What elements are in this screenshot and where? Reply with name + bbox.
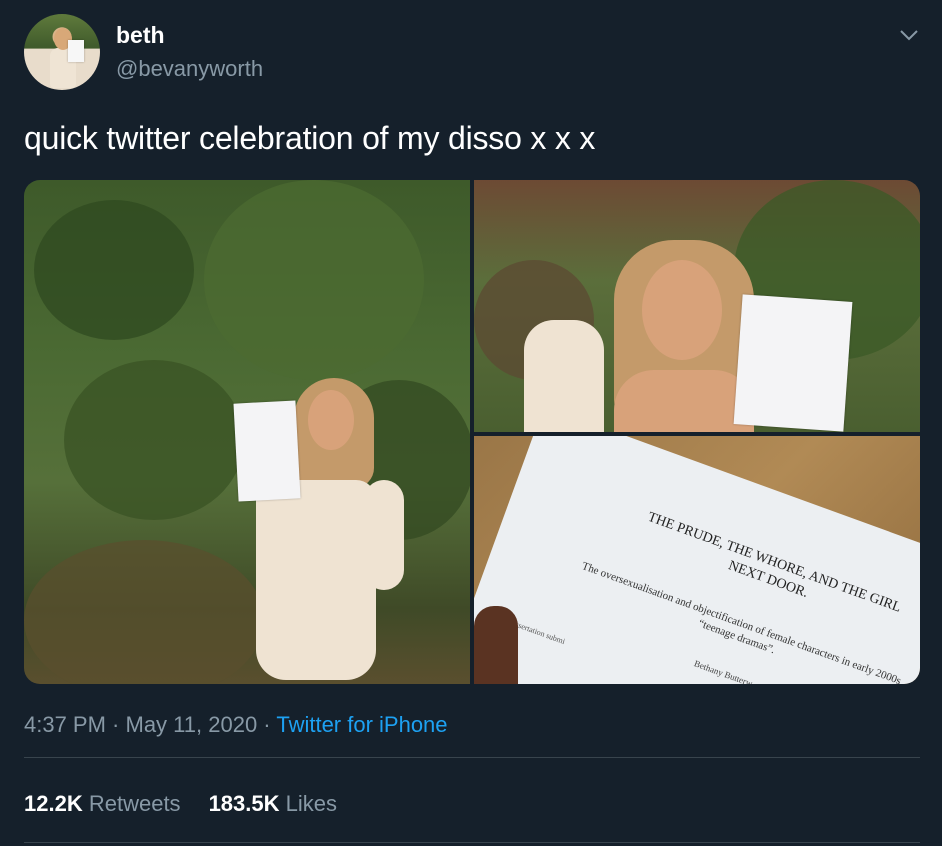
photo-1[interactable] bbox=[24, 180, 470, 684]
tweet-date[interactable]: May 11, 2020 bbox=[126, 712, 258, 737]
likes-label: Likes bbox=[285, 791, 337, 816]
sleeve bbox=[524, 320, 604, 432]
foliage bbox=[34, 200, 194, 340]
dissertation-paper bbox=[733, 294, 853, 432]
likes-stat[interactable]: 183.5K Likes bbox=[209, 791, 337, 816]
avatar-paper bbox=[68, 40, 84, 62]
dissertation-paper bbox=[233, 400, 301, 502]
dress bbox=[256, 480, 376, 680]
tweet-text: quick twitter celebration of my disso x … bbox=[24, 120, 596, 156]
foliage bbox=[24, 540, 264, 684]
avatar[interactable] bbox=[24, 14, 100, 90]
retweets-label: Retweets bbox=[88, 791, 181, 816]
divider bbox=[24, 842, 920, 843]
retweets-count: 12.2K bbox=[24, 791, 83, 816]
display-name[interactable]: beth bbox=[116, 22, 165, 49]
arm bbox=[364, 480, 404, 590]
face bbox=[308, 390, 354, 450]
tweet-source-link[interactable]: Twitter for iPhone bbox=[276, 712, 447, 737]
engagement-stats: 12.2K Retweets 183.5K Likes bbox=[24, 791, 337, 817]
tweet-time[interactable]: 4:37 PM bbox=[24, 712, 106, 737]
photo-3[interactable]: THE PRUDE, THE WHORE, AND THE GIRL NEXT … bbox=[474, 436, 920, 684]
foliage bbox=[204, 180, 424, 380]
face bbox=[642, 260, 722, 360]
photo-2[interactable] bbox=[474, 180, 920, 432]
user-handle[interactable]: @bevanyworth bbox=[116, 56, 263, 82]
foliage bbox=[64, 360, 244, 520]
chevron-down-icon[interactable] bbox=[896, 24, 922, 46]
retweets-stat[interactable]: 12.2K Retweets bbox=[24, 791, 181, 816]
tweet-meta: 4:37 PM · May 11, 2020 · Twitter for iPh… bbox=[24, 712, 448, 738]
separator: · bbox=[257, 712, 277, 737]
likes-count: 183.5K bbox=[208, 791, 280, 816]
thumb bbox=[474, 606, 518, 684]
media-grid: THE PRUDE, THE WHORE, AND THE GIRL NEXT … bbox=[24, 180, 920, 684]
title-page: THE PRUDE, THE WHORE, AND THE GIRL NEXT … bbox=[474, 436, 920, 684]
separator: · bbox=[105, 712, 126, 737]
divider bbox=[24, 757, 920, 758]
